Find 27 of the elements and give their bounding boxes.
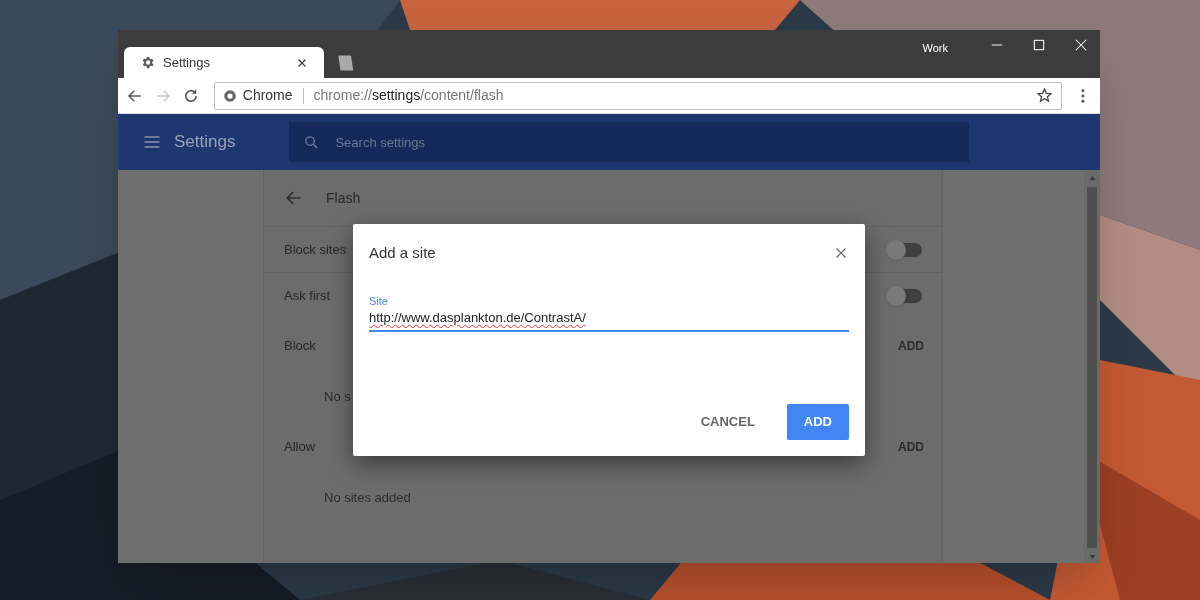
section-label: Block [284, 337, 316, 356]
gear-icon[interactable] [140, 55, 155, 70]
address-bar[interactable]: Chrome chrome://settings/content/flash [213, 81, 1063, 110]
toggle-switch[interactable] [888, 288, 922, 303]
star-icon[interactable] [1036, 87, 1054, 104]
site-label: Chrome [242, 86, 293, 105]
dialog-title: Add a site [369, 242, 436, 263]
setting-label: Block sites [284, 240, 347, 259]
browser-tab[interactable]: Settings [124, 47, 324, 78]
search-icon[interactable] [303, 134, 321, 151]
site-field[interactable]: http://www.dasplankton.de/ContrastA/ [369, 308, 849, 332]
setting-label: Ask first [284, 286, 331, 305]
profile-name: Work [922, 41, 948, 56]
cancel-button[interactable]: CANCEL [692, 404, 763, 440]
page-title: Flash [326, 188, 361, 208]
close-icon[interactable] [296, 56, 308, 69]
header-title: Settings [174, 131, 236, 154]
search-field[interactable]: Search settings [289, 122, 970, 162]
empty-message: No sites added [324, 488, 411, 507]
url-text: chrome://settings/content/flash [313, 86, 505, 105]
toggle-switch[interactable] [888, 242, 922, 257]
add-button[interactable]: ADD [786, 404, 849, 440]
section-label: Allow [284, 438, 316, 457]
field-label: Site [369, 294, 388, 308]
maximize-icon[interactable] [1032, 38, 1046, 52]
close-icon[interactable] [835, 247, 847, 259]
empty-message: No s [324, 387, 351, 406]
